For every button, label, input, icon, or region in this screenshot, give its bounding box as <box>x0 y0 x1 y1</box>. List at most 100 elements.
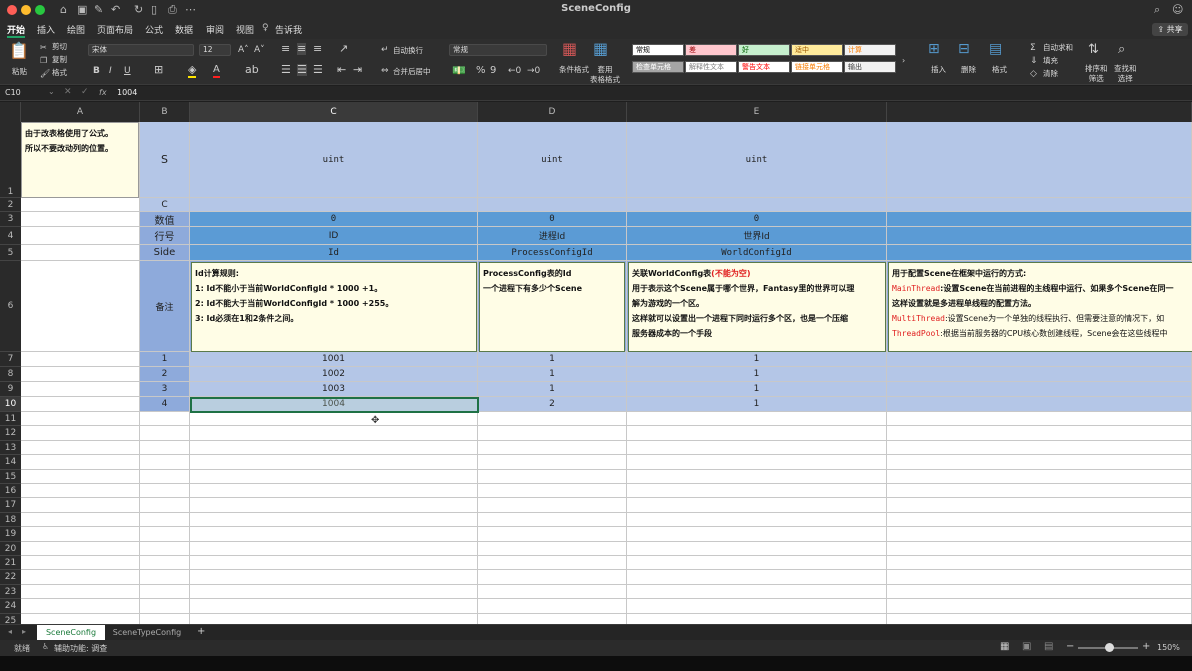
wrap-text-icon[interactable]: ↵ <box>381 44 389 56</box>
cell[interactable] <box>140 556 190 571</box>
underline-button[interactable]: U <box>124 65 131 77</box>
row-header[interactable]: 25 <box>0 613 21 624</box>
cell[interactable] <box>190 556 478 571</box>
fill-color-icon[interactable]: ◈ <box>188 64 197 78</box>
cell[interactable] <box>21 412 140 427</box>
cell[interactable] <box>627 498 887 513</box>
bold-button[interactable]: B <box>93 65 100 77</box>
cell[interactable] <box>140 412 190 427</box>
cell[interactable] <box>627 584 887 600</box>
cell-b4[interactable]: 行号 <box>140 227 190 245</box>
insert-button[interactable]: 插入 <box>931 65 946 75</box>
autosum-button[interactable]: 自动求和 <box>1043 43 1073 53</box>
cell[interactable] <box>140 498 190 513</box>
cell[interactable] <box>478 556 627 571</box>
cell[interactable] <box>627 541 887 556</box>
row-header[interactable]: 23 <box>0 584 21 600</box>
cell-f9[interactable] <box>887 382 1192 397</box>
row-header[interactable]: 24 <box>0 599 21 614</box>
row-header[interactable]: 1 <box>0 122 21 198</box>
font-name-select[interactable]: 宋体 <box>88 44 194 56</box>
cell[interactable] <box>627 570 887 585</box>
tab-insert[interactable]: 插入 <box>37 23 55 36</box>
cell[interactable] <box>478 613 627 624</box>
cell-a6[interactable] <box>21 261 140 352</box>
tab-data[interactable]: 数据 <box>175 23 193 36</box>
cell[interactable] <box>21 484 140 499</box>
cell[interactable] <box>190 455 478 470</box>
cell[interactable] <box>478 599 627 614</box>
cell-style-5[interactable]: 检查单元格 <box>632 61 684 73</box>
sigma-icon[interactable]: Σ <box>1030 42 1036 54</box>
cell-d8[interactable]: 1 <box>478 367 627 382</box>
cell-c5[interactable]: Id <box>190 245 478 261</box>
cell-b10[interactable]: 4 <box>140 397 190 412</box>
cell[interactable] <box>21 599 140 614</box>
format-button[interactable]: 格式 <box>992 65 1007 75</box>
cell-style-9[interactable]: 输出 <box>844 61 896 73</box>
cell[interactable] <box>887 556 1192 571</box>
page-break-view-icon[interactable]: ▤ <box>1044 641 1053 652</box>
cell[interactable] <box>478 541 627 556</box>
row-header[interactable]: 9 <box>0 382 21 397</box>
cell[interactable] <box>21 527 140 542</box>
row-header[interactable]: 20 <box>0 541 21 556</box>
cell[interactable] <box>140 599 190 614</box>
cell-style-1[interactable]: 差 <box>685 44 737 56</box>
cell[interactable] <box>478 426 627 441</box>
cell[interactable] <box>627 455 887 470</box>
cell-a9[interactable] <box>21 382 140 397</box>
accessibility-status[interactable]: 辅助功能: 调查 <box>54 643 107 654</box>
orientation-icon[interactable]: ↗ <box>339 43 348 55</box>
cell-b7[interactable]: 1 <box>140 352 190 367</box>
fill-down-icon[interactable]: ⇓ <box>1030 55 1038 67</box>
delete-button[interactable]: 删除 <box>961 65 976 75</box>
cell-d4[interactable]: 进程Id <box>478 227 627 245</box>
cell-f2[interactable] <box>887 198 1192 212</box>
increase-font-icon[interactable]: A˄ <box>238 44 249 56</box>
column-header-e[interactable]: E <box>627 102 887 122</box>
cell[interactable] <box>21 469 140 484</box>
cell-d10[interactable]: 2 <box>478 397 627 412</box>
cell[interactable] <box>887 440 1192 456</box>
cell[interactable] <box>478 484 627 499</box>
decimal-decrease-icon[interactable]: →0 <box>527 65 540 77</box>
align-bottom-icon[interactable]: ≡ <box>313 43 322 55</box>
cell[interactable] <box>627 412 887 427</box>
row-header[interactable]: 4 <box>0 227 21 245</box>
scissors-icon[interactable]: ✂ <box>40 42 47 54</box>
cell-d5[interactable]: ProcessConfigId <box>478 245 627 261</box>
cell-e1[interactable]: uint <box>627 122 887 198</box>
cell[interactable] <box>21 570 140 585</box>
cell[interactable] <box>21 613 140 624</box>
cell-a2[interactable] <box>21 198 140 212</box>
share-button[interactable]: ⇪ 共享 <box>1152 23 1188 36</box>
cell[interactable] <box>190 527 478 542</box>
cell[interactable] <box>887 599 1192 614</box>
fx-label[interactable]: fx <box>99 88 107 97</box>
cell-a4[interactable] <box>21 227 140 245</box>
cell-a5[interactable] <box>21 245 140 261</box>
row-header[interactable]: 21 <box>0 556 21 571</box>
paste-label[interactable]: 粘贴 <box>12 67 27 77</box>
gallery-arrow-icon[interactable]: › <box>902 55 905 67</box>
indent-decrease-icon[interactable]: ⇤ <box>337 64 346 76</box>
row-header[interactable]: 14 <box>0 455 21 470</box>
copy-button[interactable]: 复制 <box>52 55 67 65</box>
cell-e4[interactable]: 世界Id <box>627 227 887 245</box>
find-select-button[interactable]: 查找和 选择 <box>1114 64 1137 84</box>
name-box-arrow-icon[interactable]: ⌄ <box>48 87 55 96</box>
format-cells-icon[interactable]: ▤ <box>989 42 1002 56</box>
cell-c9[interactable]: 1003 <box>190 382 478 397</box>
conditional-format-button[interactable]: 条件格式 <box>559 65 589 75</box>
cell-d1[interactable]: uint <box>478 122 627 198</box>
table-format-button[interactable]: 套用 表格格式 <box>590 65 620 85</box>
column-header-f[interactable] <box>887 102 1192 122</box>
tab-draw[interactable]: 绘图 <box>67 23 85 36</box>
cell-a10[interactable] <box>21 397 140 412</box>
row-header[interactable]: 11 <box>0 412 21 427</box>
row-header[interactable]: 18 <box>0 512 21 528</box>
cell-f10[interactable] <box>887 397 1192 412</box>
sheet-tab-scenetypeconfig[interactable]: SceneTypeConfig <box>108 625 186 640</box>
cell-e5[interactable]: WorldConfigId <box>627 245 887 261</box>
